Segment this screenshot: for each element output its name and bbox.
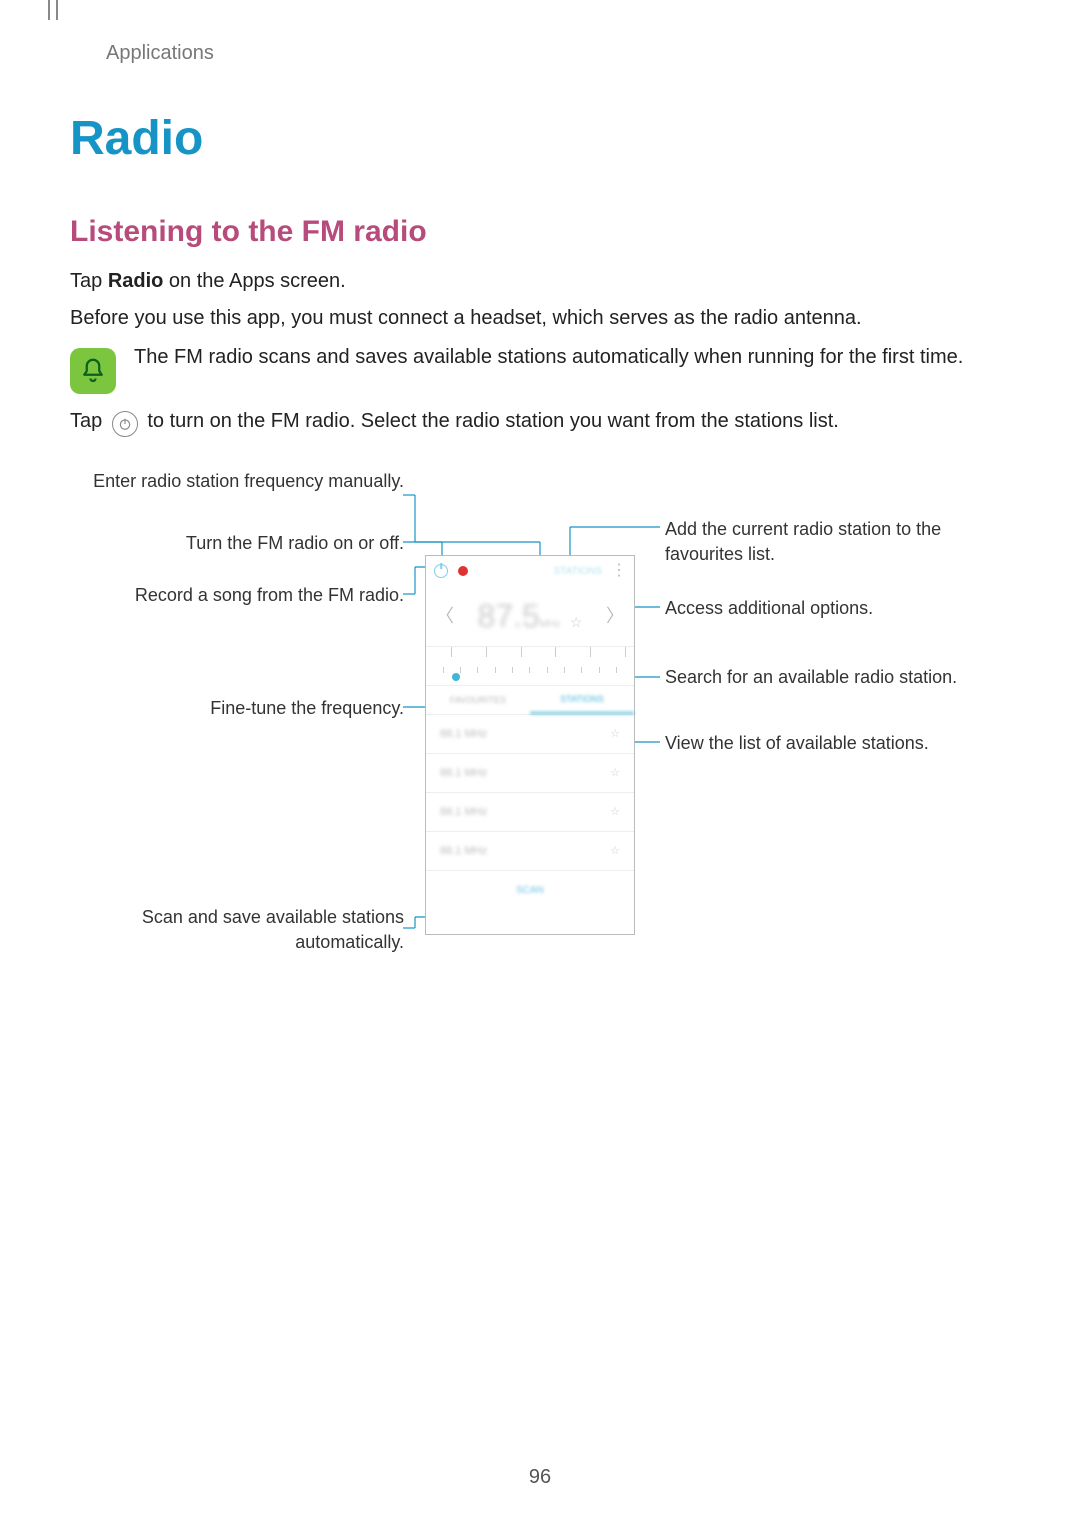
p1-prefix: Tap [70,270,108,292]
section-heading: Listening to the FM radio [70,212,1010,253]
station-label: 88.1 MHz [440,805,487,820]
callout-add-favourite: Add the current radio station to the fav… [665,517,995,566]
station-tabs: FAVOURITES STATIONS [426,685,634,714]
note-block: The FM radio scans and saves available s… [70,344,1010,394]
p3-prefix: Tap [70,410,108,432]
favourite-star-icon[interactable]: ☆ [570,614,583,630]
frequency-row: 〈 87.5MHz ☆ 〉 [426,586,634,646]
callout-scan: Scan and save available stations automat… [74,905,404,954]
paragraph-2: Before you use this app, you must connec… [70,305,1010,332]
callout-fine-tune: Fine-tune the frequency. [74,696,404,720]
dial-indicator-icon [452,673,460,681]
next-station-icon[interactable]: 〉 [606,604,624,628]
p1-suffix: on the Apps screen. [163,270,345,292]
callout-search-station: Search for an available radio station. [665,665,995,689]
frequency-unit: MHz [540,619,561,630]
callout-power-toggle: Turn the FM radio on or off. [74,531,404,555]
callout-view-station-list: View the list of available stations. [665,731,995,755]
station-star-icon[interactable]: ☆ [610,766,620,781]
station-star-icon[interactable]: ☆ [610,727,620,742]
tab-favourites[interactable]: FAVOURITES [426,686,530,714]
note-bell-icon [70,348,116,394]
p3-suffix: to turn on the FM radio. Select the radi… [142,410,839,432]
station-label: 88.1 MHz [440,766,487,781]
station-star-icon[interactable]: ☆ [610,844,620,859]
station-row[interactable]: 88.1 MHz ☆ [426,714,634,753]
toolbar-stations-label[interactable]: STATIONS [553,565,602,579]
breadcrumb: Applications [106,40,1010,67]
radio-app-mock: STATIONS ⋮ 〈 87.5MHz ☆ 〉 [425,555,635,935]
power-icon [112,411,138,437]
prev-station-icon[interactable]: 〈 [436,604,454,628]
power-toggle-icon[interactable] [434,564,448,578]
station-star-icon[interactable]: ☆ [610,805,620,820]
p1-bold: Radio [108,270,164,292]
callout-record: Record a song from the FM radio. [74,583,404,607]
frequency-value: 87.5 [478,595,540,638]
frequency-display[interactable]: 87.5MHz ☆ [478,595,583,638]
radio-toolbar: STATIONS ⋮ [426,556,634,586]
station-label: 88.1 MHz [440,844,487,859]
radio-diagram: Enter radio station frequency manually. … [70,467,1010,987]
callout-more-options: Access additional options. [665,596,995,620]
more-options-icon[interactable]: ⋮ [612,564,626,578]
paragraph-1: Tap Radio on the Apps screen. [70,268,1010,295]
scan-label: SCAN [516,884,544,898]
tab-stations[interactable]: STATIONS [530,686,634,714]
record-icon[interactable] [458,566,468,576]
page-number: 96 [0,1464,1080,1491]
paragraph-3: Tap to turn on the FM radio. Select the … [70,408,1010,437]
station-row[interactable]: 88.1 MHz ☆ [426,792,634,831]
station-label: 88.1 MHz [440,727,487,742]
frequency-dial[interactable] [426,646,634,685]
station-row[interactable]: 88.1 MHz ☆ [426,831,634,870]
page-tab-notch [48,0,58,20]
station-row[interactable]: 88.1 MHz ☆ [426,753,634,792]
page-title: Radio [70,107,1010,172]
note-text: The FM radio scans and saves available s… [134,344,1010,371]
scan-row[interactable]: SCAN [426,870,634,909]
callout-enter-frequency: Enter radio station frequency manually. [74,469,404,493]
